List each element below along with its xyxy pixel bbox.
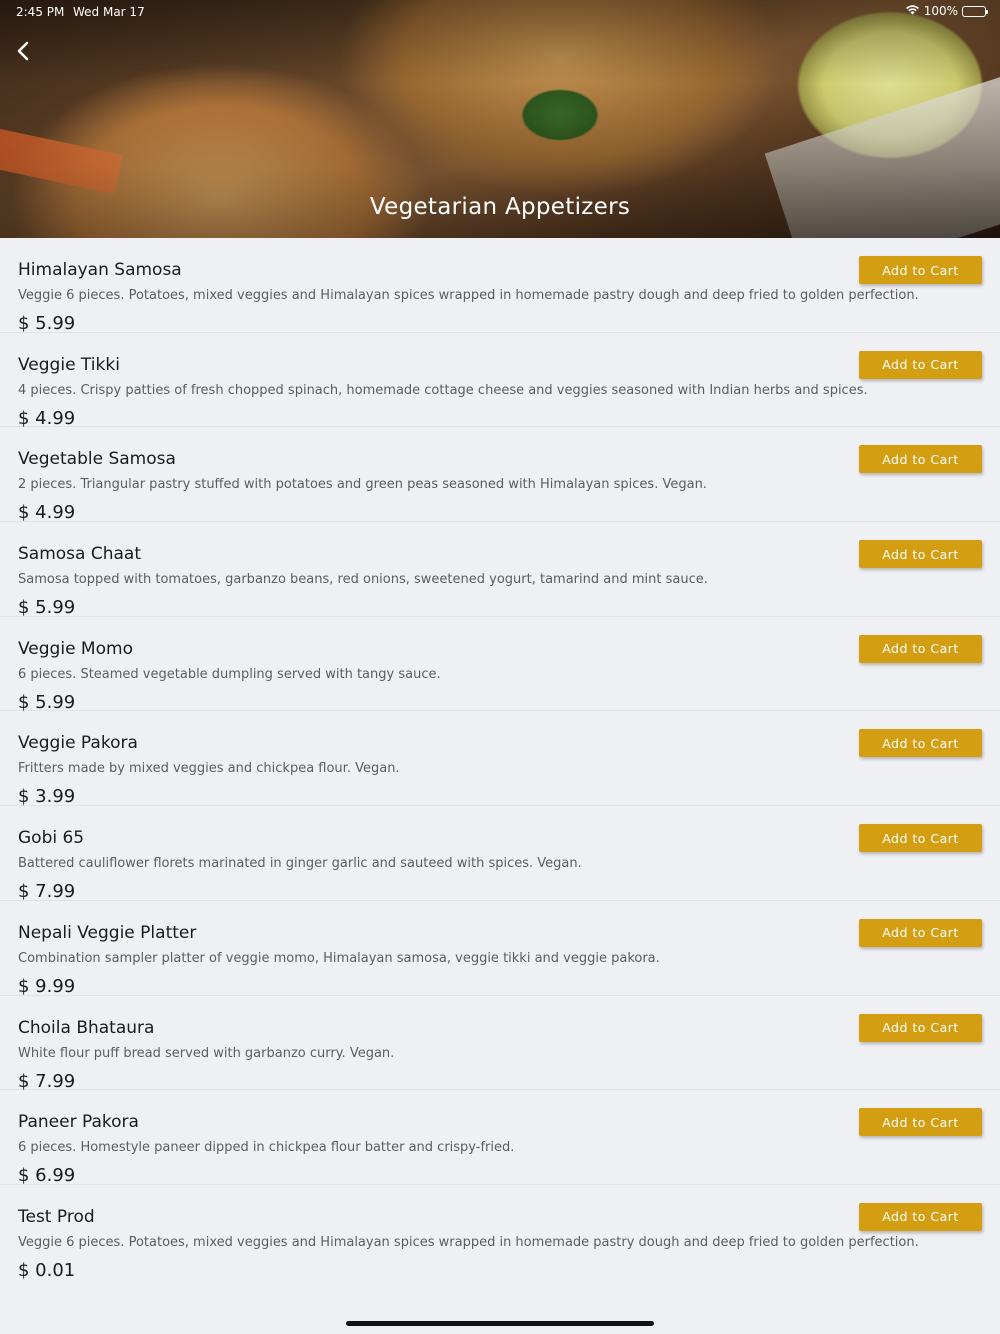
status-bar: 2:45 PM Wed Mar 17 100% — [0, 0, 1000, 24]
status-date: Wed Mar 17 — [73, 5, 145, 19]
battery-percent: 100% — [923, 4, 958, 18]
item-description: Combination sampler platter of veggie mo… — [18, 950, 660, 966]
item-description: 6 pieces. Steamed vegetable dumpling ser… — [18, 666, 441, 682]
item-price: $ 4.99 — [18, 407, 76, 429]
add-to-cart-button[interactable]: Add to Cart — [859, 1108, 982, 1137]
wifi-icon — [905, 4, 920, 18]
add-to-cart-button[interactable]: Add to Cart — [859, 634, 982, 663]
menu-item: Himalayan Samosa Veggie 6 pieces. Potato… — [0, 238, 1000, 334]
item-name: Veggie Pakora — [18, 733, 138, 754]
item-description: 2 pieces. Triangular pastry stuffed with… — [18, 477, 707, 493]
item-price: $ 7.99 — [18, 881, 76, 903]
menu-item: Samosa Chaat Samosa topped with tomatoes… — [0, 522, 1000, 619]
item-price: $ 0.01 — [18, 1259, 76, 1281]
back-button[interactable] — [10, 36, 38, 66]
item-price: $ 5.99 — [18, 691, 76, 713]
item-name: Himalayan Samosa — [18, 260, 182, 280]
item-description: 6 pieces. Homestyle paneer dipped in chi… — [18, 1140, 515, 1156]
item-description: Veggie 6 pieces. Potatoes, mixed veggies… — [18, 1234, 919, 1250]
menu-item: Choila Bhataura White flour puff bread s… — [0, 996, 1000, 1092]
item-name: Paneer Pakora — [18, 1112, 139, 1133]
add-to-cart-button[interactable]: Add to Cart — [859, 445, 982, 474]
item-price: $ 4.99 — [18, 502, 76, 524]
item-price: $ 6.99 — [18, 1165, 76, 1187]
home-indicator[interactable] — [346, 1321, 654, 1326]
item-name: Veggie Tikki — [18, 354, 120, 375]
item-description: Samosa topped with tomatoes, garbanzo be… — [18, 572, 708, 588]
menu-item: Nepali Veggie Platter Combination sample… — [0, 901, 1000, 997]
item-name: Choila Bhataura — [18, 1017, 155, 1038]
item-description: White flour puff bread served with garba… — [18, 1045, 395, 1061]
item-name: Nepali Veggie Platter — [18, 922, 197, 943]
status-time: 2:45 PM — [16, 5, 65, 19]
item-name: Gobi 65 — [18, 828, 85, 849]
item-description: Fritters made by mixed veggies and chick… — [18, 761, 400, 777]
add-to-cart-button[interactable]: Add to Cart — [859, 918, 982, 947]
menu-item: Veggie Momo 6 pieces. Steamed vegetable … — [0, 617, 1000, 713]
menu-item: Gobi 65 Battered cauliflower florets mar… — [0, 806, 1000, 903]
item-description: Veggie 6 pieces. Potatoes, mixed veggies… — [18, 288, 919, 303]
status-right: 100% — [905, 4, 988, 18]
add-to-cart-button[interactable]: Add to Cart — [859, 824, 982, 853]
item-price: $ 9.99 — [18, 975, 76, 997]
add-to-cart-button[interactable]: Add to Cart — [859, 729, 982, 758]
menu-item: Veggie Tikki 4 pieces. Crispy patties of… — [0, 333, 1000, 429]
add-to-cart-button[interactable]: Add to Cart — [859, 1013, 982, 1042]
item-description: Battered cauliflower florets marinated i… — [18, 856, 582, 872]
menu-item: Vegetable Samosa 2 pieces. Triangular pa… — [0, 427, 1000, 524]
add-to-cart-button[interactable]: Add to Cart — [859, 350, 982, 379]
menu-list: Himalayan Samosa Veggie 6 pieces. Potato… — [0, 238, 1000, 1281]
item-name: Test Prod — [18, 1206, 95, 1227]
add-to-cart-button[interactable]: Add to Cart — [859, 540, 982, 569]
item-price: $ 5.99 — [18, 597, 76, 619]
item-description: 4 pieces. Crispy patties of fresh choppe… — [18, 382, 868, 398]
menu-item: Paneer Pakora 6 pieces. Homestyle paneer… — [0, 1090, 1000, 1187]
item-price: $ 7.99 — [18, 1070, 76, 1092]
item-name: Samosa Chaat — [18, 544, 141, 565]
item-price: $ 3.99 — [18, 786, 76, 808]
menu-item: Veggie Pakora Fritters made by mixed veg… — [0, 711, 1000, 808]
add-to-cart-button[interactable]: Add to Cart — [859, 1202, 982, 1231]
header-banner: 2:45 PM Wed Mar 17 100% Vegetarian Appet… — [0, 0, 1000, 238]
menu-item: Test Prod Veggie 6 pieces. Potatoes, mix… — [0, 1185, 1000, 1281]
item-name: Vegetable Samosa — [18, 449, 176, 470]
chevron-left-icon — [10, 41, 38, 70]
add-to-cart-button[interactable]: Add to Cart — [859, 256, 982, 284]
page-title: Vegetarian Appetizers — [369, 194, 631, 220]
item-price: $ 5.99 — [18, 313, 76, 334]
item-name: Veggie Momo — [18, 638, 133, 659]
battery-icon — [962, 5, 988, 17]
